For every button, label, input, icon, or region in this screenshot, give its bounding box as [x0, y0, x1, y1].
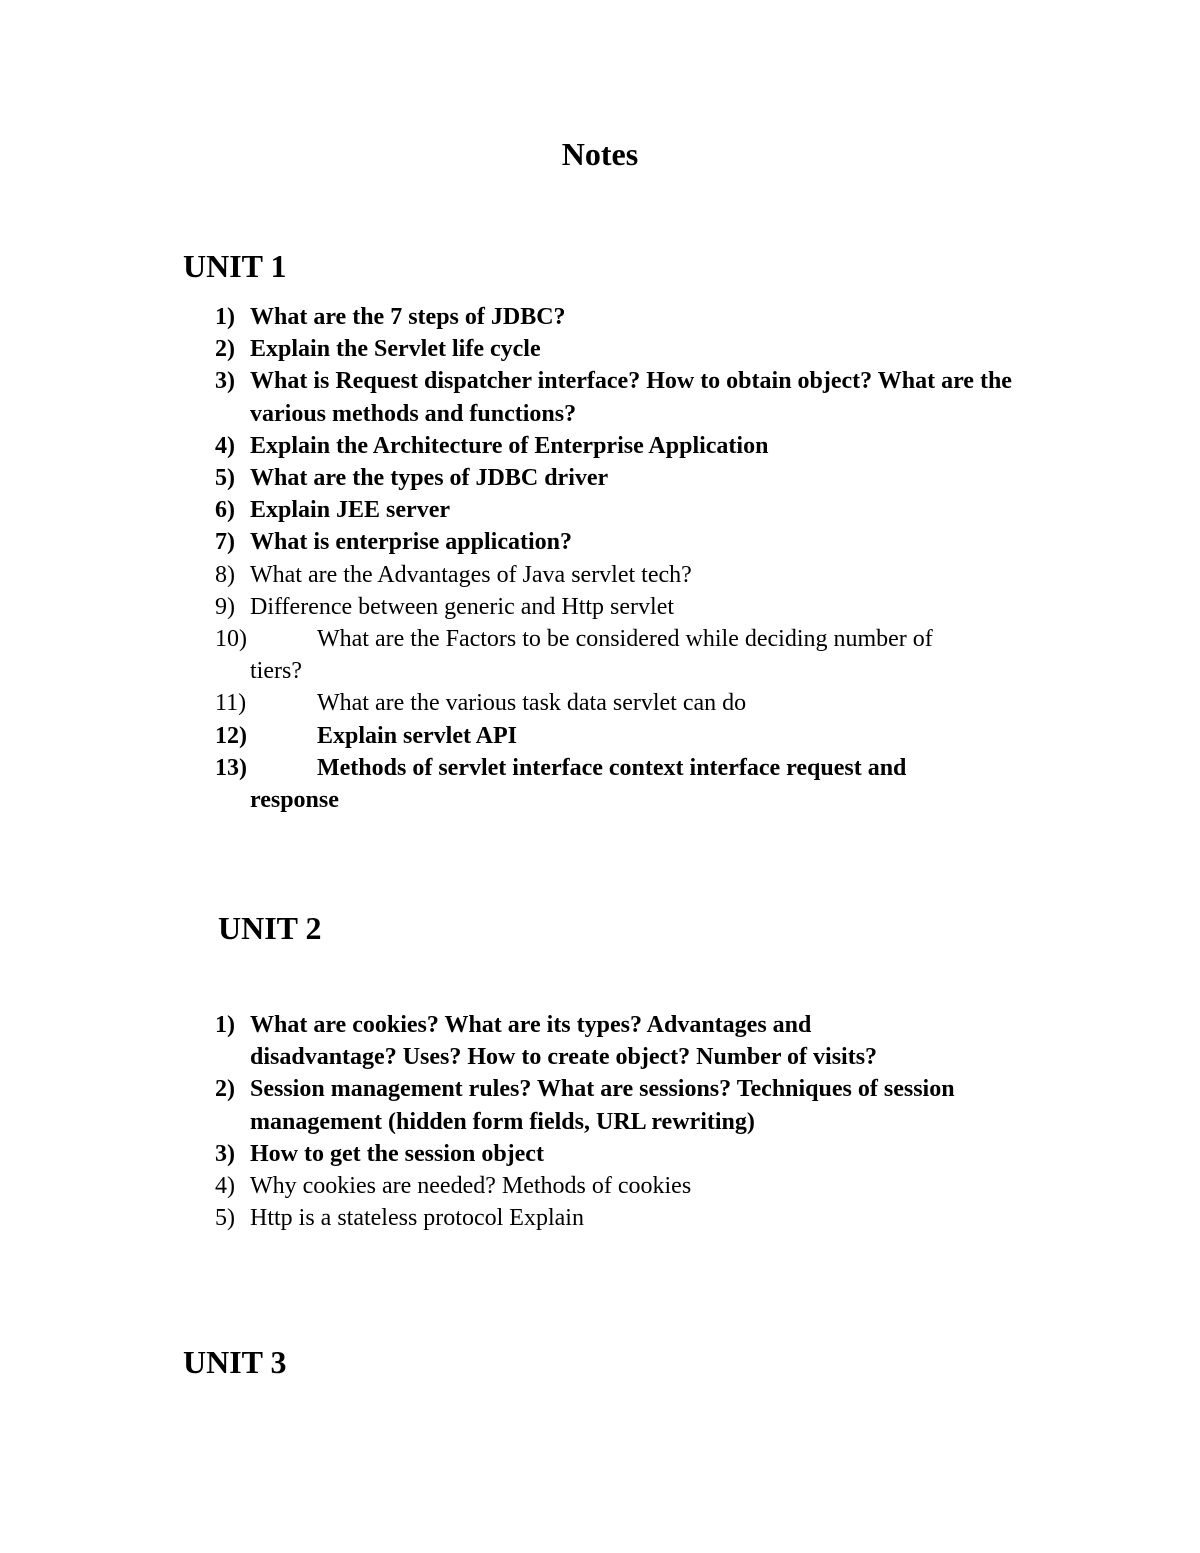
page-title: Notes — [561, 136, 639, 172]
unit-1-heading: UNIT 1 — [183, 248, 287, 284]
unit-1-list: 1) What are the 7 steps of JDBC? 2) Explain… — [215, 301, 1035, 816]
unit-3-heading: UNIT 3 — [183, 1344, 287, 1380]
list-item: 8) What are the Advantages of Java servle… — [215, 559, 1035, 591]
list-item: 5) Http is a stateless protocol Explain — [215, 1202, 1035, 1234]
item-number: 4) — [215, 432, 235, 459]
item-number: 10) — [215, 626, 247, 653]
item-number: 1) — [215, 1012, 235, 1038]
item-text: Explain the Architecture of Enterprise A… — [250, 432, 769, 459]
list-item: 1) What are cookies? What are its types? … — [215, 1009, 1035, 1073]
item-text: Http is a stateless protocol Explain — [250, 1205, 584, 1232]
item-text-continued: response — [250, 787, 339, 814]
item-text: Explain the Servlet life cycle — [250, 336, 541, 363]
item-text-continued: disadvantage? Uses? How to create object… — [250, 1044, 878, 1071]
item-text: What is enterprise application? — [250, 529, 572, 556]
item-text: What are cookies? What are its types? Ad… — [250, 1012, 812, 1038]
list-item: 4) Explain the Architecture of Enterprise… — [215, 430, 1035, 462]
list-item: 5) What are the types of JDBC driver — [215, 462, 1035, 494]
unit-2-heading: UNIT 2 — [218, 910, 322, 946]
list-item: 7) What is enterprise application? — [215, 526, 1035, 558]
item-text: What are the 7 steps of JDBC? — [250, 304, 566, 330]
item-number: 13) — [215, 754, 247, 781]
item-text: What is Request dispatcher interface? Ho… — [250, 368, 1012, 427]
list-item: 10) What are the Factors to be considered… — [215, 623, 1035, 687]
item-text: How to get the session object — [250, 1140, 544, 1167]
list-item: 4) Why cookies are needed? Methods of coo… — [215, 1170, 1035, 1202]
item-number: 2) — [215, 1076, 235, 1103]
item-text: Explain JEE server — [250, 497, 451, 524]
list-item: 2) Explain the Servlet life cycle — [215, 333, 1035, 365]
unit-2-list: 1) What are cookies? What are its types? … — [215, 1009, 1035, 1234]
item-text: Why cookies are needed? Methods of cooki… — [250, 1173, 692, 1200]
list-item: 3) What is Request dispatcher interface? … — [215, 365, 1035, 429]
item-text: What are the types of JDBC driver — [250, 465, 609, 492]
list-item: 1) What are the 7 steps of JDBC? — [215, 301, 1035, 333]
item-number: 3) — [215, 1140, 235, 1167]
item-number: 11) — [215, 690, 247, 717]
list-item: 6) Explain JEE server — [215, 494, 1035, 526]
item-number: 9) — [215, 593, 235, 620]
item-text: What are the Factors to be considered wh… — [317, 626, 933, 653]
item-number: 5) — [215, 465, 235, 492]
item-text: What are the Advantages of Java servlet … — [250, 561, 692, 588]
item-text: Methods of servlet interface context int… — [317, 754, 907, 781]
item-number: 8) — [215, 561, 235, 588]
list-item: 3) How to get the session object — [215, 1138, 1035, 1170]
list-item: 11) What are the various task data servle… — [215, 687, 1035, 719]
item-text: Difference between generic and Http serv… — [250, 593, 675, 620]
item-text-continued: management (hidden form fields, URL rewr… — [250, 1108, 755, 1135]
item-number: 12) — [215, 722, 247, 749]
item-text: What are the various task data servlet c… — [317, 690, 747, 717]
item-number: 3) — [215, 368, 235, 395]
item-text-continued: tiers? — [250, 658, 302, 685]
item-number: 7) — [215, 529, 235, 556]
list-item: 13) Methods of servlet interface context … — [215, 752, 1035, 816]
item-text: Session management rules? What are sessi… — [250, 1076, 955, 1103]
list-item: 12) Explain servlet API — [215, 720, 1035, 752]
item-number: 1) — [215, 304, 235, 330]
item-number: 5) — [215, 1205, 235, 1232]
item-number: 4) — [215, 1173, 235, 1200]
list-item: 2) Session management rules? What are ses… — [215, 1073, 1035, 1137]
list-item: 9) Difference between generic and Http se… — [215, 591, 1035, 623]
item-number: 2) — [215, 336, 235, 363]
item-number: 6) — [215, 497, 235, 524]
item-text: Explain servlet API — [317, 722, 518, 749]
